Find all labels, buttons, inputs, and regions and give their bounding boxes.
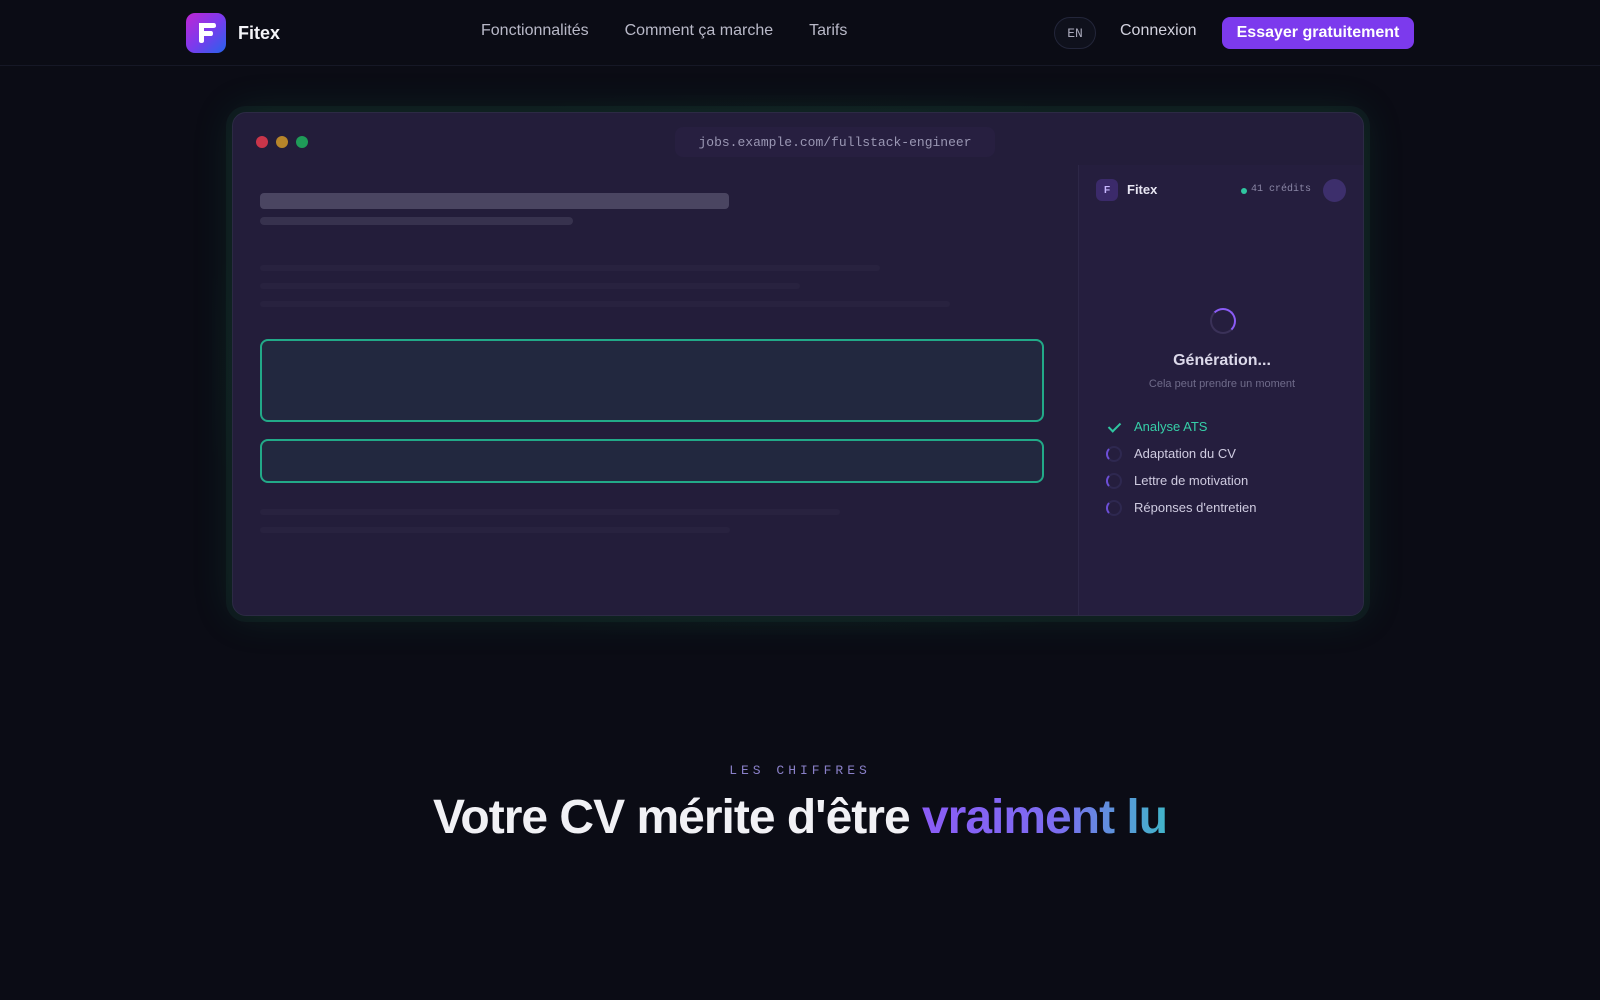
brand-logo-link[interactable]: Fitex [186, 13, 280, 53]
generation-status-subtitle: Cela peut prendre un moment [1148, 378, 1296, 390]
pending-spinner-icon [1106, 499, 1122, 516]
generation-steps-list: Analyse ATS Adaptation du CV Lettre de m… [1106, 413, 1346, 521]
section-eyebrow: LES CHIFFRES [729, 763, 871, 778]
loading-spinner-icon [1210, 308, 1236, 334]
skeleton-subtitle [260, 217, 573, 225]
job-page-preview [233, 165, 1051, 615]
window-close-dot-icon [256, 136, 268, 148]
checkmark-icon [1106, 419, 1122, 435]
step-label: Analyse ATS [1134, 419, 1208, 434]
nav-link-features[interactable]: Fonctionnalités [481, 22, 589, 40]
skeleton-line [260, 301, 950, 307]
skeleton-line [260, 509, 840, 515]
window-maximize-dot-icon [296, 136, 308, 148]
window-minimize-dot-icon [276, 136, 288, 148]
panel-header: F Fitex 41 crédits [1079, 165, 1363, 217]
top-navbar: Fitex Fonctionnalités Comment ça marche … [0, 0, 1600, 66]
step-item: Lettre de motivation [1106, 467, 1346, 494]
browser-topbar: jobs.example.com/fullstack-engineer [233, 113, 1363, 165]
login-link[interactable]: Connexion [1120, 22, 1197, 40]
try-free-button[interactable]: Essayer gratuitement [1222, 17, 1414, 49]
section-headline: Votre CV mérite d'être vraiment lu [0, 790, 1600, 845]
brand-name: Fitex [238, 22, 281, 43]
skeleton-line [260, 265, 880, 271]
browser-mockup: jobs.example.com/fullstack-engineer F Fi… [232, 112, 1364, 616]
skeleton-title [260, 193, 729, 209]
headline-accent-text: vraiment lu [921, 791, 1168, 844]
skeleton-line [260, 283, 800, 289]
panel-logo-icon: F [1096, 179, 1118, 201]
nav-link-pricing[interactable]: Tarifs [809, 22, 847, 40]
generation-status-title: Génération... [1173, 352, 1271, 369]
main-nav: Fonctionnalités Comment ça marche Tarifs [481, 22, 847, 40]
highlighted-requirement-block [260, 439, 1044, 483]
step-item: Analyse ATS [1106, 413, 1346, 440]
pending-spinner-icon [1106, 445, 1122, 462]
step-item: Réponses d'entretien [1106, 494, 1346, 521]
browser-url-bar: jobs.example.com/fullstack-engineer [675, 127, 995, 157]
step-item: Adaptation du CV [1106, 440, 1346, 467]
step-label: Lettre de motivation [1134, 473, 1249, 488]
headline-main-text: Votre CV mérite d'être [432, 791, 922, 844]
skeleton-line [260, 527, 730, 533]
extension-side-panel: F Fitex 41 crédits Génération... Cela pe… [1078, 165, 1363, 615]
step-label: Réponses d'entretien [1134, 500, 1257, 515]
credits-status-dot-icon [1241, 188, 1247, 194]
highlighted-requirement-block [260, 339, 1044, 422]
panel-brand-name: Fitex [1127, 182, 1158, 197]
step-label: Adaptation du CV [1134, 446, 1236, 461]
nav-link-how-it-works[interactable]: Comment ça marche [625, 22, 774, 40]
fitex-logo-icon [186, 13, 226, 53]
pending-spinner-icon [1106, 472, 1122, 489]
credits-count: 41 crédits [1251, 184, 1312, 195]
language-toggle-button[interactable]: EN [1054, 17, 1096, 49]
avatar [1323, 179, 1346, 202]
